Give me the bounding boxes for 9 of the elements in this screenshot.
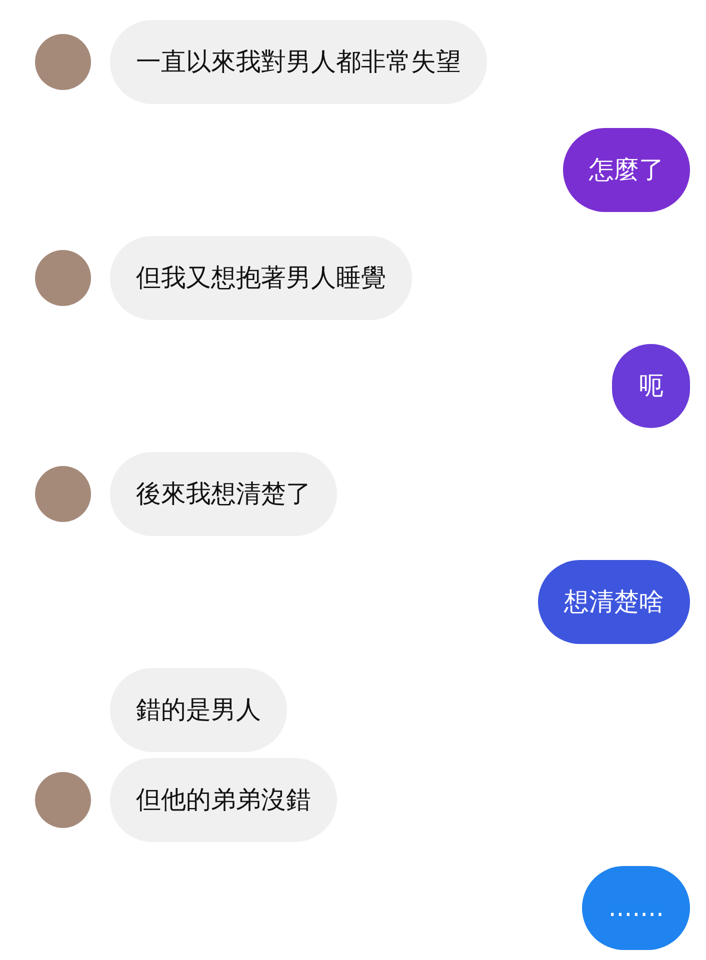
message-bubble: 怎麼了 <box>563 128 690 212</box>
message-bubble: 想清楚啥 <box>538 560 690 644</box>
message-bubble: 但我又想抱著男人睡覺 <box>110 236 412 320</box>
message-bubble: 後來我想清楚了 <box>110 452 337 536</box>
message-bubble: 錯的是男人 <box>110 668 287 752</box>
message-bubble: 但他的弟弟沒錯 <box>110 758 337 842</box>
message-bubble: 呃 <box>612 344 690 428</box>
message-bubble: ....... <box>582 866 690 950</box>
message-bubble: 一直以來我對男人都非常失望 <box>110 20 487 104</box>
